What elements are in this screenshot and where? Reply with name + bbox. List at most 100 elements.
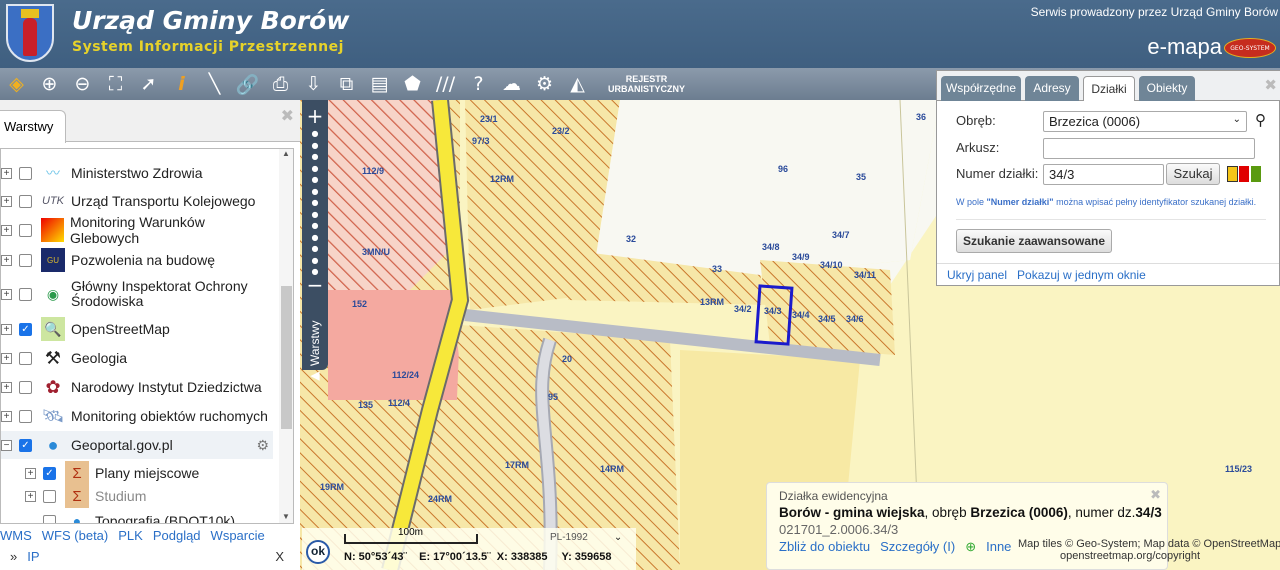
map-label: 32 <box>626 234 636 244</box>
search-icon[interactable]: ⚲ <box>1255 111 1266 129</box>
arkusz-input[interactable] <box>1043 138 1255 159</box>
full-extent-icon[interactable]: ⛶ <box>99 69 132 99</box>
footer-close[interactable]: X <box>275 549 284 564</box>
layer-checkbox[interactable] <box>43 514 56 523</box>
shape-icon[interactable]: ⬟ <box>396 69 429 99</box>
tab-wspolrzedne[interactable]: Współrzędne <box>941 76 1021 101</box>
color-green-swatch[interactable] <box>1251 166 1261 182</box>
other-link[interactable]: Inne <box>986 539 1011 554</box>
tab-warstwy[interactable]: Warstwy <box>0 110 66 143</box>
link-wsparcie[interactable]: Wsparcie <box>211 528 265 543</box>
download-icon[interactable]: ⇩ <box>297 69 330 99</box>
layer-label: Topografia (BDOT10k) <box>95 513 236 524</box>
layer-checkbox[interactable] <box>19 194 32 208</box>
obreb-select[interactable]: Brzezica (0006) ⌄ <box>1043 111 1247 132</box>
tab-dzialki[interactable]: Działki <box>1083 76 1135 101</box>
measure-icon[interactable]: ╲ <box>198 69 231 99</box>
layer-checkbox[interactable] <box>19 351 32 365</box>
expand-icon[interactable]: + <box>25 490 36 502</box>
site-title: Urząd Gminy Borów <box>72 6 350 35</box>
map-label: 34/2 <box>734 304 752 314</box>
link-icon[interactable]: 🔗 <box>231 69 264 99</box>
collapse-icon[interactable]: − <box>1 439 12 451</box>
advanced-search-button[interactable]: Szukanie zaawansowane <box>956 229 1112 253</box>
add-icon[interactable]: ⊕ <box>965 539 976 554</box>
layers-icon[interactable]: ◈ <box>0 69 33 99</box>
attribution-link[interactable]: openstreetmap.org/copyright <box>1018 550 1280 562</box>
map-layers-side-tab[interactable]: ▶ Warstwy <box>302 315 328 390</box>
crs-select[interactable]: PL-1992 ⌄ <box>550 532 622 543</box>
color-red-swatch[interactable] <box>1239 166 1249 182</box>
zoom-slider[interactable]: ● ● ● ● ● ● ● ● ● ● ● ● ● <box>302 128 328 278</box>
link-wms[interactable]: WMS <box>0 528 32 543</box>
close-icon[interactable]: ✖ <box>281 106 294 125</box>
expand-icon[interactable]: + <box>1 167 12 179</box>
tab-adresy[interactable]: Adresy <box>1025 76 1079 101</box>
layer-checkbox[interactable] <box>19 380 32 394</box>
link-wfs[interactable]: WFS (beta) <box>42 528 108 543</box>
pointer-icon[interactable]: ➚ <box>132 69 165 99</box>
cloud-download-icon[interactable]: ☁ <box>495 69 528 99</box>
zoom-to-object-link[interactable]: Zbliż do obiektu <box>779 539 870 554</box>
compare-icon[interactable]: ⧉ <box>330 69 363 99</box>
map-label: 112/24 <box>392 370 419 380</box>
expand-icon[interactable]: + <box>1 323 12 335</box>
expand-icon[interactable]: + <box>1 195 12 207</box>
one-window-link[interactable]: Pokazuj w jednym oknie <box>1017 268 1146 282</box>
details-link[interactable]: Szczegóły (I) <box>880 539 955 554</box>
ok-button[interactable]: ok <box>306 540 330 564</box>
szukaj-button[interactable]: Szukaj <box>1166 163 1220 185</box>
map-zoom-in-button[interactable]: + <box>302 104 328 128</box>
close-icon[interactable]: ✖ <box>1150 487 1161 503</box>
map-label: 34/6 <box>846 314 864 324</box>
expand-icon[interactable]: + <box>1 352 12 364</box>
print-icon[interactable]: ⎙ <box>264 69 297 99</box>
link-ip[interactable]: IP <box>27 549 39 564</box>
layer-checkbox[interactable]: ✓ <box>43 466 56 480</box>
layer-checkbox[interactable] <box>18 223 32 237</box>
settings-icon[interactable]: ⚙ <box>528 69 561 99</box>
sail-icon[interactable]: ◭ <box>561 69 594 99</box>
zoom-out-icon[interactable]: ⊖ <box>66 69 99 99</box>
link-podglad[interactable]: Podgląd <box>153 528 201 543</box>
layer-checkbox[interactable] <box>19 253 32 267</box>
expand-icon[interactable]: + <box>1 288 12 300</box>
info-icon[interactable]: i <box>165 69 198 99</box>
layer-checkbox[interactable]: ✓ <box>19 322 32 336</box>
rejestr-urbanistyczny-button[interactable]: REJESTR URBANISTYCZNY <box>608 74 685 94</box>
zoom-in-icon[interactable]: ⊕ <box>33 69 66 99</box>
layer-checkbox[interactable] <box>19 166 32 180</box>
map-label: 19RM <box>320 482 344 492</box>
popup-title: Działka ewidencyjna <box>779 489 888 503</box>
hide-panel-link[interactable]: Ukryj panel <box>947 268 1007 282</box>
layers-scrollbar[interactable]: ▲ ▼ <box>279 149 293 523</box>
color-yellow-swatch[interactable] <box>1227 166 1238 182</box>
layer-checkbox[interactable]: ✓ <box>19 438 32 452</box>
expand-icon[interactable]: + <box>1 381 12 393</box>
layer-checkbox[interactable] <box>19 409 32 423</box>
more-link[interactable]: » <box>10 549 17 564</box>
expand-icon[interactable]: + <box>1 224 12 236</box>
obreb-value: Brzezica (0006) <box>1049 114 1141 129</box>
longitude: E: 17°00´13.5¨ <box>419 551 491 563</box>
expand-icon[interactable]: + <box>1 410 12 422</box>
layer-checkbox[interactable] <box>43 489 56 503</box>
layer-label: Plany miejscowe <box>95 465 200 481</box>
layers-panel: Warstwy ✖ + 〰 Ministerstwo Zdrowia + UTK Urzą… <box>0 100 300 570</box>
tab-obiekty[interactable]: Obiekty <box>1139 76 1195 101</box>
expand-icon[interactable]: + <box>25 467 36 479</box>
layer-label: Główny Inspektorat Ochrony Środowiska <box>71 278 248 309</box>
hatch-icon[interactable]: /// <box>429 69 462 99</box>
layout-icon[interactable]: ▤ <box>363 69 396 99</box>
map-zoom-out-button[interactable]: − <box>302 275 328 295</box>
layer-checkbox[interactable] <box>19 287 32 301</box>
soil-gradient-icon <box>40 218 64 242</box>
gear-icon[interactable]: ⚙ <box>256 437 269 454</box>
numer-dzialki-input[interactable] <box>1043 164 1164 185</box>
link-plk[interactable]: PLK <box>118 528 143 543</box>
map-label: 12RM <box>490 174 514 184</box>
map-label: 14RM <box>600 464 624 474</box>
help-icon[interactable]: ? <box>462 69 495 99</box>
close-icon[interactable]: ✖ <box>1264 76 1277 94</box>
expand-icon[interactable]: + <box>1 254 12 266</box>
